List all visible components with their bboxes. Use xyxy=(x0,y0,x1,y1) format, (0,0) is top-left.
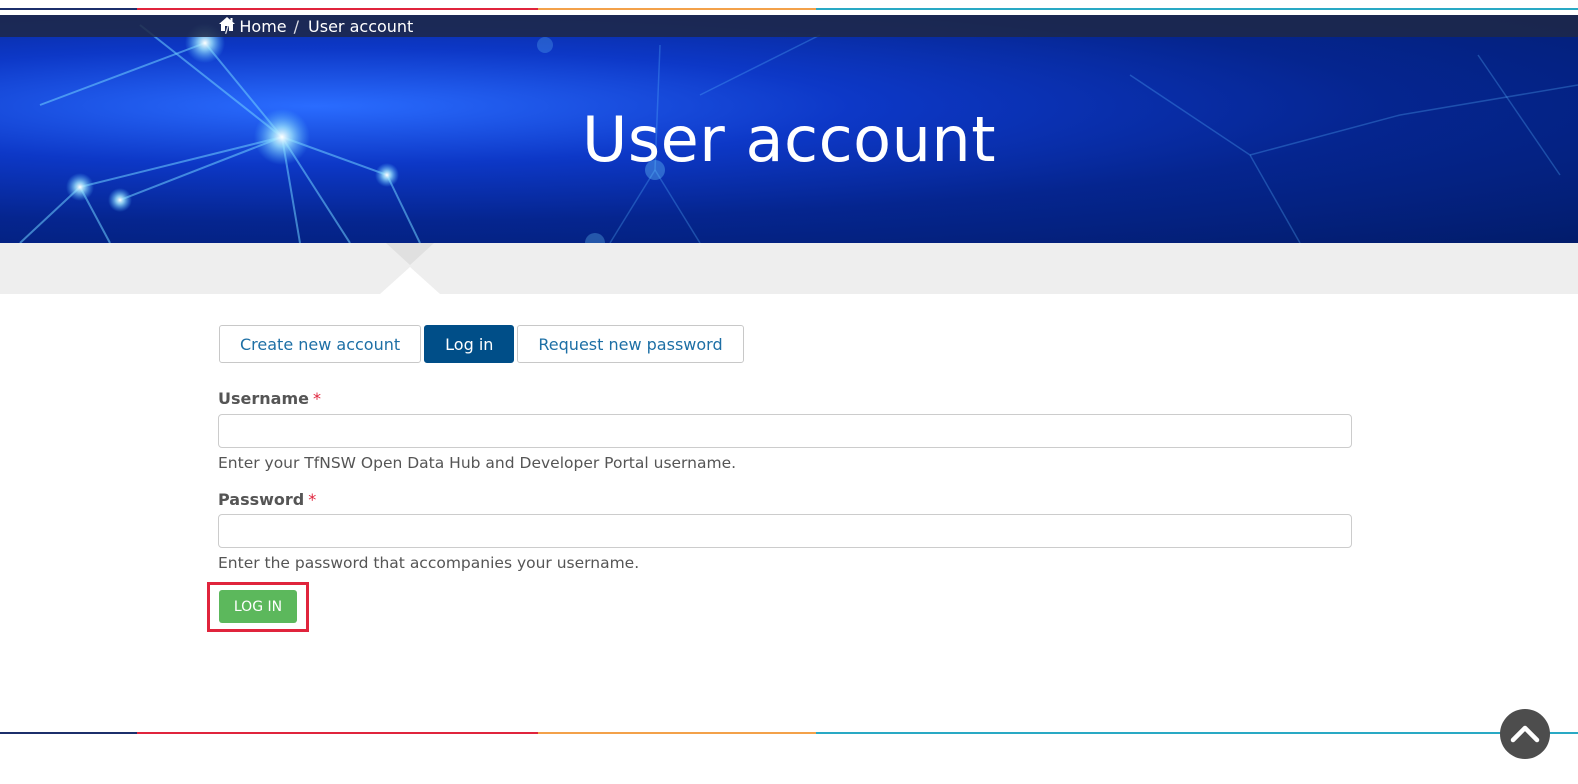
section-divider-band xyxy=(0,243,1578,294)
breadcrumb-separator: / xyxy=(225,16,231,36)
username-help-text: Enter your TfNSW Open Data Hub and Devel… xyxy=(218,454,737,472)
scroll-to-top-button[interactable] xyxy=(1500,709,1550,759)
divider-notch xyxy=(380,243,440,294)
password-input[interactable] xyxy=(218,514,1352,548)
chevron-up-icon xyxy=(1510,725,1540,743)
top-accent-line xyxy=(0,8,1578,10)
breadcrumb-current: User account xyxy=(308,16,414,36)
required-marker: * xyxy=(308,490,317,509)
password-label-text: Password xyxy=(218,490,305,509)
password-help-text: Enter the password that accompanies your… xyxy=(218,554,640,572)
hero-banner: / Home / User account User account xyxy=(0,15,1578,243)
required-marker: * xyxy=(312,389,321,408)
account-tabs: Create new account Log in Request new pa… xyxy=(219,325,744,363)
username-label-text: Username xyxy=(218,389,309,408)
username-input[interactable] xyxy=(218,414,1352,448)
tab-request-new-password[interactable]: Request new password xyxy=(517,325,744,363)
password-label: Password * xyxy=(218,490,316,509)
breadcrumb-separator: / xyxy=(293,16,300,36)
tab-create-new-account[interactable]: Create new account xyxy=(219,325,422,363)
bottom-accent-line xyxy=(0,732,1578,734)
username-label: Username * xyxy=(218,389,321,408)
breadcrumb-bar: / Home / User account xyxy=(0,15,1578,37)
breadcrumb-home-link[interactable]: Home xyxy=(239,17,286,36)
log-in-button[interactable]: LOG IN xyxy=(219,590,297,623)
breadcrumb: / Home / User account xyxy=(218,16,413,36)
tab-log-in[interactable]: Log in xyxy=(424,325,515,363)
page-title: User account xyxy=(581,103,997,176)
